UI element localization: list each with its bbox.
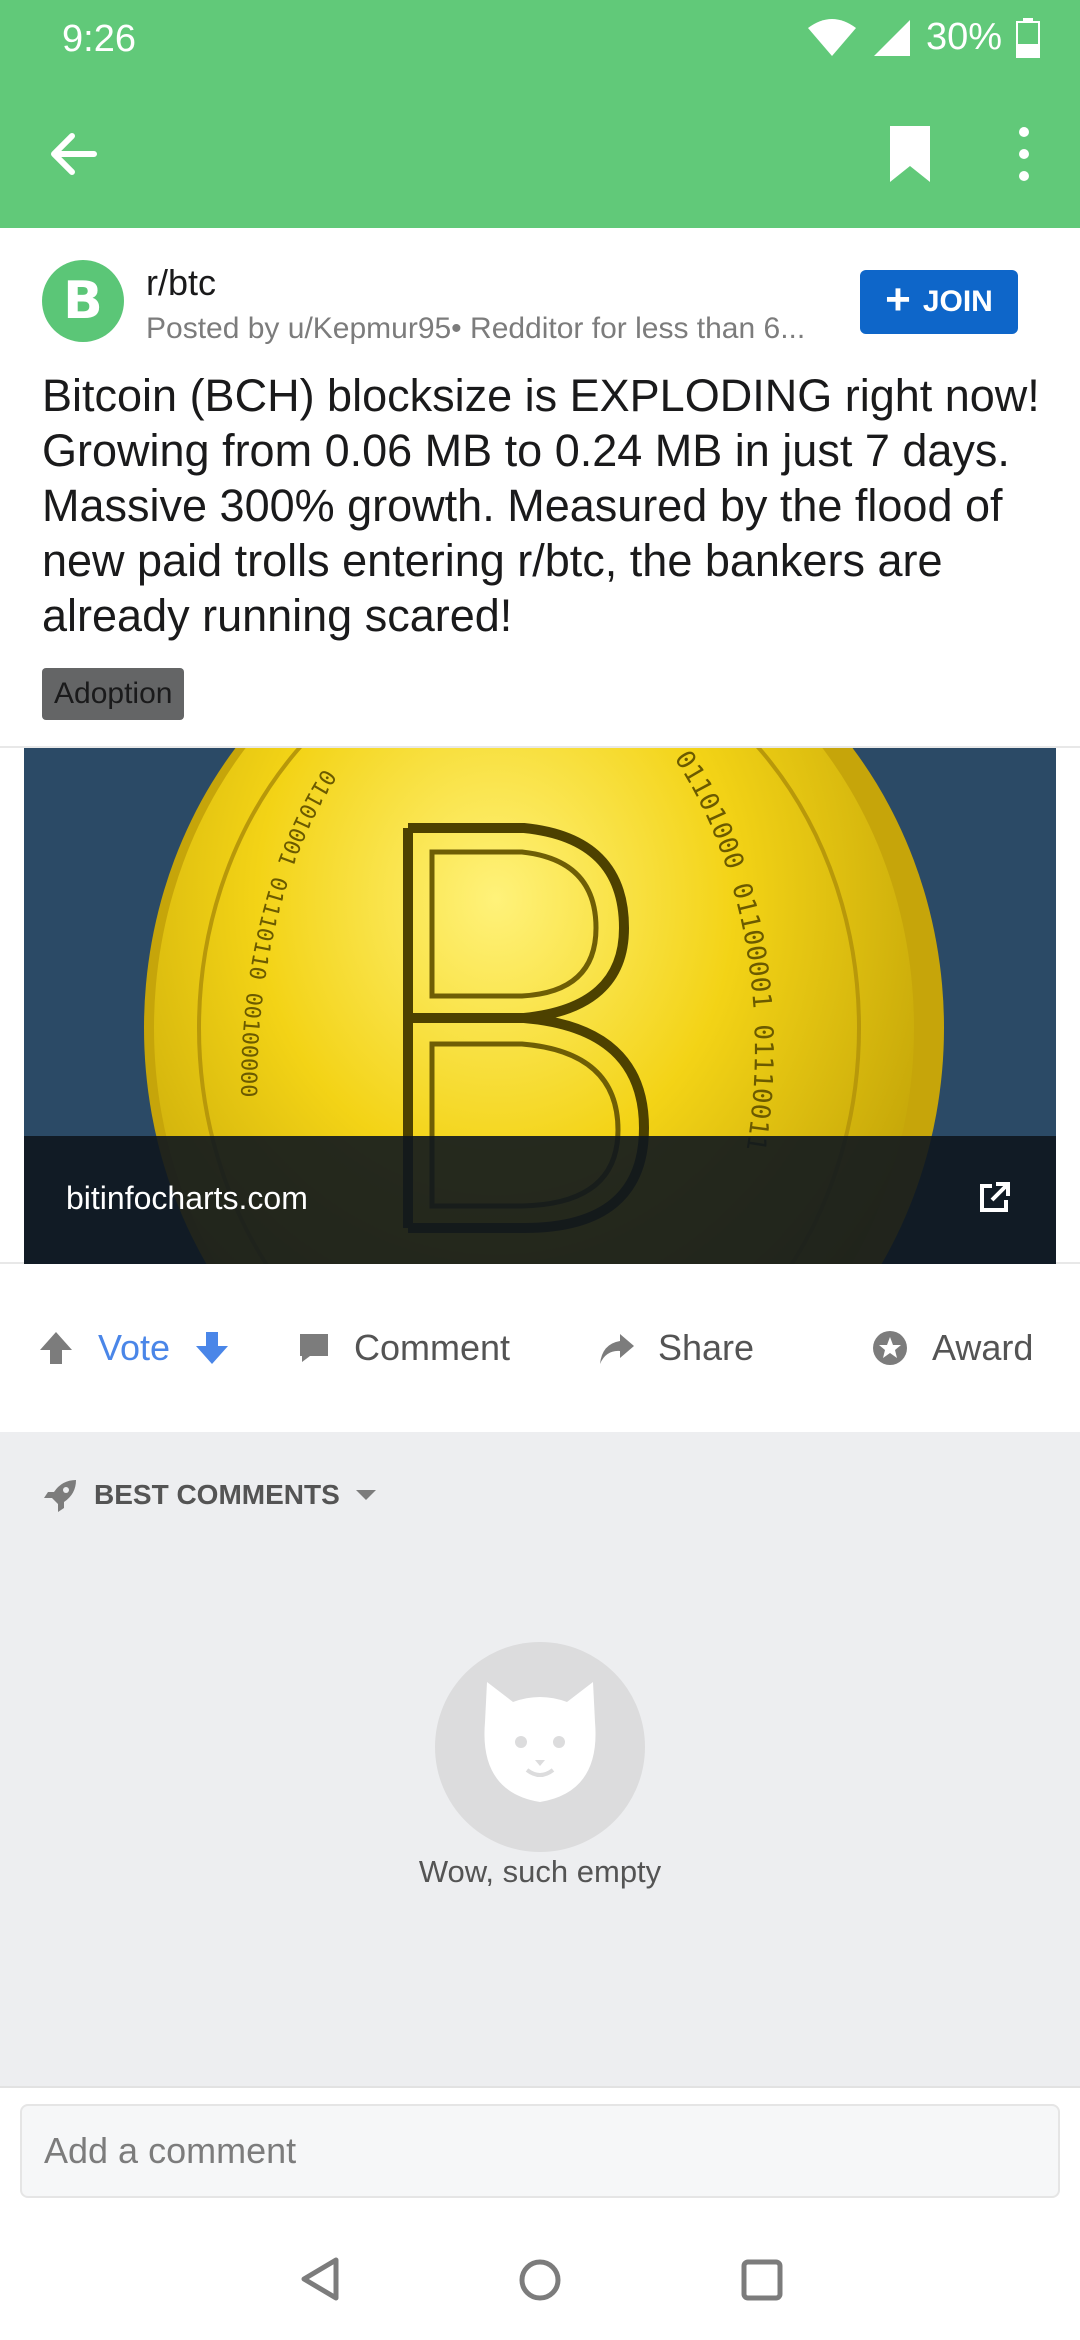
share-label: Share (658, 1327, 755, 1368)
subreddit-name[interactable]: r/btc (146, 262, 216, 304)
post-title: Bitcoin (BCH) blocksize is EXPLODING rig… (42, 370, 1040, 641)
status-bar: 9:26 30% (0, 0, 1080, 80)
battery-icon (1016, 17, 1040, 58)
upvote-arrow-icon[interactable] (36, 1328, 76, 1368)
cat-face-icon (484, 1682, 596, 1802)
status-time: 9:26 (62, 18, 136, 60)
post-actions: Vote Comment Share Award (0, 1264, 1080, 1432)
post-flair[interactable]: Adoption (42, 668, 185, 720)
rocket-icon (44, 1480, 76, 1512)
join-button[interactable]: + JOIN (860, 270, 1018, 334)
nav-back-icon[interactable] (298, 2256, 342, 2302)
join-label: JOIN (922, 285, 993, 318)
share-button[interactable]: Share (596, 1264, 754, 1432)
link-domain-bar[interactable]: bitinfocharts.com (24, 1136, 1056, 1264)
downvote-arrow-icon[interactable] (192, 1328, 232, 1368)
more-vert-icon[interactable] (1004, 124, 1044, 184)
subreddit-avatar-letter: B (63, 271, 103, 331)
comment-label: Comment (354, 1327, 511, 1368)
status-icons: 30% (806, 16, 1040, 59)
subreddit-avatar[interactable]: B (42, 260, 124, 342)
empty-state-illustration (435, 1642, 645, 1852)
comment-bubble-icon (300, 1334, 328, 1362)
external-link-icon (980, 1182, 1010, 1212)
link-preview[interactable]: 01101000 01100001 01110011 01101001 0111… (0, 746, 1080, 1264)
share-arrow-icon (600, 1334, 634, 1364)
comment-button[interactable]: Comment (296, 1264, 510, 1432)
nav-recents-icon[interactable] (740, 2258, 784, 2302)
bookmark-icon[interactable] (880, 122, 940, 186)
back-arrow-icon[interactable] (44, 124, 104, 184)
plus-icon: + (885, 275, 911, 324)
post-header: B r/btc Posted by u/Kepmur95• Redditor f… (0, 228, 1080, 748)
vote-label: Vote (98, 1327, 171, 1368)
comment-sort-dropdown[interactable]: BEST COMMENTS (42, 1476, 378, 1514)
signal-icon (873, 19, 910, 56)
comment-composer: Add a comment (0, 2086, 1080, 2210)
comments-section: BEST COMMENTS Wow, such empty (0, 1432, 1080, 2086)
sort-label: BEST COMMENTS (94, 1479, 340, 1510)
posted-by[interactable]: Posted by u/Kepmur95• Redditor for less … (146, 312, 846, 346)
award-icon (873, 1331, 907, 1365)
link-thumbnail[interactable]: 01101000 01100001 01110011 01101001 0111… (24, 748, 1056, 1264)
vote-group: Vote (36, 1264, 232, 1432)
system-nav-bar (0, 2210, 1080, 2340)
wifi-icon (807, 18, 856, 56)
battery-percent: 30% (925, 16, 1002, 58)
award-button[interactable]: Award (870, 1264, 1033, 1432)
award-label: Award (932, 1327, 1034, 1368)
nav-home-icon[interactable] (518, 2258, 562, 2302)
add-comment-input[interactable]: Add a comment (20, 2104, 1060, 2198)
link-domain: bitinfocharts.com (66, 1180, 308, 1216)
empty-state-text: Wow, such empty (418, 1854, 662, 1889)
app-bar (0, 80, 1080, 228)
chevron-down-icon (355, 1490, 376, 1500)
